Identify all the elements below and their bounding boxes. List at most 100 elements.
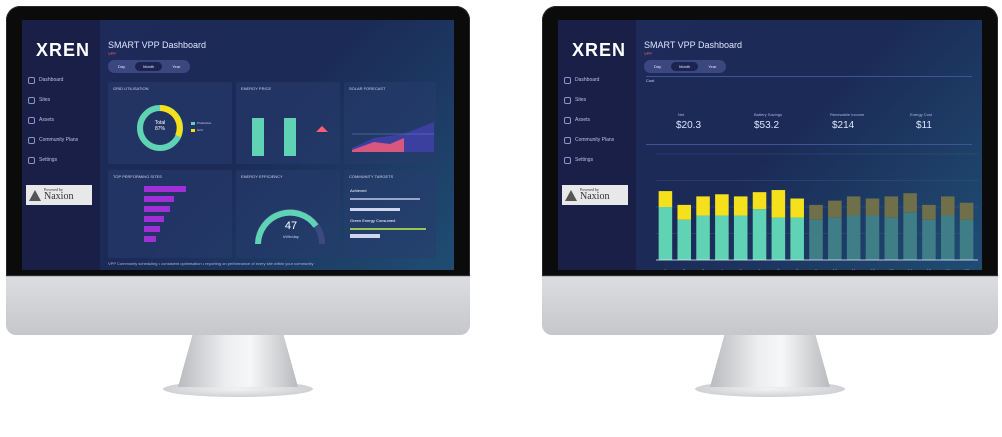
x-tick-label: 16 [946, 268, 951, 270]
monitor-bezel: XREN Dashboard Sites Assets Community Pl… [6, 6, 470, 276]
bar-segment-top [658, 191, 673, 207]
bar-segment-base [922, 219, 936, 260]
x-tick-label: 7 [777, 268, 780, 270]
bar-segment-top [677, 204, 692, 220]
sites-icon [564, 96, 571, 104]
x-tick-label: 13 [889, 268, 894, 270]
community-icon [564, 136, 571, 144]
kpi-value-net: $20.3 [676, 120, 702, 131]
assets-icon [28, 116, 35, 124]
top-sites-card: Top Performing Sites [108, 170, 232, 258]
x-tick-label: 10 [833, 268, 838, 270]
nav-item-dashboard[interactable]: Dashboard [564, 72, 634, 88]
kpi-value-cost: $11 [916, 120, 932, 131]
x-tick-label: 8 [796, 268, 799, 270]
bar-segment-top [846, 196, 861, 216]
bar-segment-base [677, 219, 692, 260]
tab-year[interactable]: Year [164, 62, 188, 71]
bar-segment-base [846, 215, 861, 260]
bar-segment-base [696, 215, 710, 260]
page-title: SMART VPP Dashboard [108, 40, 207, 50]
tab-day[interactable]: Day [110, 62, 133, 71]
bar-segment-base [809, 219, 823, 260]
bar-segment-top [696, 196, 710, 216]
sidebar-nav: Dashboard Sites Assets Community Plans S… [28, 72, 98, 172]
section-divider [646, 76, 972, 77]
kpi-value-battery: $53.2 [754, 120, 780, 131]
energy-price-card: Energy Price [236, 82, 340, 164]
nav-item-sites[interactable]: Sites [564, 92, 634, 108]
bar-segment-top [865, 198, 880, 216]
settings-icon [564, 156, 571, 164]
bar-segment-base [903, 212, 917, 260]
period-label: Cost [646, 78, 655, 83]
kpi-label-battery: Battery Savings [754, 112, 783, 117]
monitor-chin [6, 276, 470, 335]
x-tick-label: 11 [852, 268, 857, 270]
donut-card: Grid Utilisation Total 87% Production Gr… [108, 82, 232, 164]
nav-item-community-plans[interactable]: Community Plans [564, 132, 634, 148]
x-tick-label: 2 [683, 268, 686, 270]
x-tick-label: 1 [664, 268, 667, 270]
nav-item-assets[interactable]: Assets [564, 112, 634, 128]
kpi-label-renewable: Renewable Income [830, 112, 865, 117]
brand-logo: XREN [572, 40, 627, 60]
bar-segment-base [733, 215, 748, 260]
tab-month[interactable]: Month [671, 62, 699, 71]
bar-segment-top [733, 196, 748, 216]
gauge-card: Energy Efficiency 47 kWh/day [236, 170, 340, 258]
x-tick-label: 3 [702, 268, 705, 270]
assets-icon [564, 116, 571, 124]
sites-icon [28, 96, 35, 104]
targets-card: Community Targets Achieved Green Energy … [344, 170, 436, 258]
nav-item-settings[interactable]: Settings [564, 152, 634, 168]
dashboard-icon [28, 76, 35, 84]
nav-item-sites[interactable]: Sites [28, 92, 98, 108]
bar-segment-base [715, 215, 729, 260]
x-tick-label: 15 [927, 268, 932, 270]
period-tabs: Day Month Year [644, 60, 727, 73]
nav-item-assets[interactable]: Assets [28, 112, 98, 128]
tab-year[interactable]: Year [700, 62, 724, 71]
settings-icon [28, 156, 35, 164]
kpi-label-cost: Energy Cost [910, 112, 933, 117]
monitor-bezel: XREN Dashboard Sites Assets Community Pl… [542, 6, 998, 276]
energy-price-bars [252, 118, 328, 156]
bar-segment-top [715, 194, 729, 216]
right-dashboard-screen: XREN Dashboard Sites Assets Community Pl… [558, 20, 982, 270]
x-tick-label: 12 [870, 268, 875, 270]
kpi-value-renewable: $214 [832, 120, 855, 131]
bar-segment-top [809, 204, 823, 220]
page-subtitle: VPP [644, 51, 653, 56]
x-tick-label: 6 [758, 268, 761, 270]
bar-segment-base [865, 215, 880, 260]
bar-segment-top [903, 193, 917, 213]
tab-month[interactable]: Month [135, 62, 163, 71]
dashboard-icon [564, 76, 571, 84]
sidebar: XREN Dashboard Sites Assets Community Pl… [22, 20, 100, 270]
tab-day[interactable]: Day [646, 62, 669, 71]
nav-item-dashboard[interactable]: Dashboard [28, 72, 98, 88]
monitor-stand [710, 335, 830, 387]
bar-segment-base [959, 219, 974, 260]
x-tick-label: 17 [964, 268, 969, 270]
x-tick-label: 14 [908, 268, 913, 270]
partner-logo: Powered by Naxion [562, 185, 628, 205]
kpi-label-net: Net [678, 112, 685, 117]
sidebar: XREN Dashboard Sites Assets Community Pl… [558, 20, 636, 270]
bar-segment-top [940, 196, 955, 216]
nav-item-settings[interactable]: Settings [28, 152, 98, 168]
partner-triangle-icon [565, 189, 577, 201]
nav-item-community-plans[interactable]: Community Plans [28, 132, 98, 148]
monitor-chin [542, 276, 998, 335]
brand-logo: XREN [36, 40, 91, 60]
bar-segment-base [884, 217, 899, 260]
page-subtitle: VPP [108, 51, 117, 56]
right-monitor: XREN Dashboard Sites Assets Community Pl… [542, 6, 998, 397]
bar-segment-top [752, 192, 767, 210]
bar-segment-top [828, 200, 842, 218]
x-tick-label: 9 [815, 268, 818, 270]
solar-forecast-card: Solar Forecast [344, 82, 436, 164]
solar-forecast-chart [352, 122, 434, 152]
x-tick-label: 5 [740, 268, 743, 270]
